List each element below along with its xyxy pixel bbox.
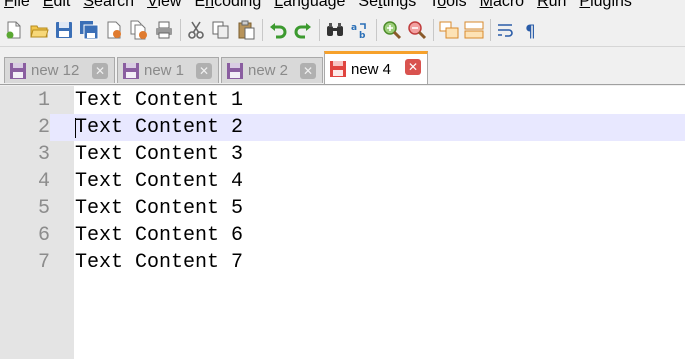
tab-new-12[interactable]: new 12 ✕ — [4, 57, 115, 83]
line-number: 3 — [37, 143, 50, 166]
line-number: 2 — [0, 114, 50, 141]
toolbar-separator — [376, 18, 377, 41]
menu-run[interactable]: Run — [537, 0, 566, 13]
tab-new-4[interactable]: new 4 ✕ — [324, 51, 428, 84]
cut-icon[interactable] — [185, 19, 207, 41]
tab-label: new 2 — [248, 62, 289, 79]
toolbar-separator — [262, 18, 263, 41]
find-icon[interactable] — [324, 19, 346, 41]
svg-text:¶: ¶ — [525, 22, 536, 40]
saved-file-icon — [10, 62, 26, 79]
line-number: 6 — [37, 224, 50, 247]
save-icon[interactable] — [53, 19, 75, 41]
line-number: 5 — [37, 197, 50, 220]
close-tab-icon[interactable]: ✕ — [196, 63, 212, 79]
tab-label: new 12 — [31, 62, 80, 79]
toolbar-separator — [490, 18, 491, 41]
tab-new-1[interactable]: new 1 ✕ — [117, 57, 219, 83]
tab-bar: new 12 ✕ new 1 ✕ new 2 ✕ new 4 ✕ — [0, 48, 685, 85]
menu-macro[interactable]: Macro — [480, 0, 524, 13]
editor-line[interactable]: 1 Text Content 1 — [0, 87, 685, 114]
zoom-in-icon[interactable] — [381, 19, 403, 41]
line-number: 1 — [37, 89, 50, 112]
print-icon[interactable] — [153, 19, 175, 41]
menu-plugins[interactable]: Plugins — [579, 0, 631, 13]
replace-icon[interactable]: ab — [349, 19, 371, 41]
menu-view[interactable]: View — [147, 0, 181, 13]
toolbar-separator — [180, 18, 181, 41]
editor-line[interactable]: 5 Text Content 5 — [0, 195, 685, 222]
close-tab-icon[interactable]: ✕ — [92, 63, 108, 79]
copy-icon[interactable] — [210, 19, 232, 41]
line-text: Text Content 4 — [75, 170, 244, 193]
tab-label: new 4 — [351, 60, 392, 78]
saved-file-icon — [123, 62, 139, 79]
editor-line[interactable]: 6 Text Content 6 — [0, 222, 685, 249]
save-all-icon[interactable] — [78, 19, 100, 41]
sync-horizontal-icon[interactable] — [463, 19, 485, 41]
editor-line[interactable]: 7 Text Content 7 — [0, 249, 685, 276]
menu-bar: File Edit Search View Encoding Language … — [0, 0, 685, 13]
line-text: Text Content 1 — [75, 89, 244, 112]
svg-text:a: a — [351, 23, 357, 33]
close-all-icon[interactable] — [128, 19, 150, 41]
text-caret — [75, 118, 76, 138]
svg-text:b: b — [359, 31, 366, 40]
new-file-icon[interactable] — [3, 19, 25, 41]
line-text: Text Content 5 — [75, 197, 244, 220]
line-number: 7 — [37, 251, 50, 274]
toolbar-separator — [433, 18, 434, 41]
menu-language[interactable]: Language — [274, 0, 345, 13]
open-file-icon[interactable] — [28, 19, 50, 41]
sync-vertical-icon[interactable] — [438, 19, 460, 41]
tab-new-2[interactable]: new 2 ✕ — [221, 57, 323, 83]
line-text: Text Content 2 — [75, 116, 244, 139]
unsaved-file-icon — [330, 61, 346, 77]
menu-edit[interactable]: Edit — [43, 0, 71, 13]
line-text: Text Content 6 — [75, 224, 244, 247]
editor-line-current[interactable]: 2 Text Content 2 — [0, 114, 685, 141]
menu-search[interactable]: Search — [83, 0, 134, 13]
menu-tools[interactable]: Tools — [429, 0, 466, 13]
menu-encoding[interactable]: Encoding — [194, 0, 261, 13]
word-wrap-icon[interactable] — [495, 19, 517, 41]
close-icon[interactable] — [103, 19, 125, 41]
editor-line[interactable]: 4 Text Content 4 — [0, 168, 685, 195]
saved-file-icon — [227, 62, 243, 79]
zoom-out-icon[interactable] — [406, 19, 428, 41]
show-all-characters-icon[interactable]: ¶ — [520, 19, 542, 41]
toolbar: ab ¶ — [0, 13, 685, 47]
redo-icon[interactable] — [292, 19, 314, 41]
tab-label: new 1 — [144, 62, 185, 79]
toolbar-separator — [319, 18, 320, 41]
menu-file[interactable]: File — [4, 0, 30, 13]
editor-line[interactable]: 3 Text Content 3 — [0, 141, 685, 168]
line-text: Text Content 7 — [75, 251, 244, 274]
line-text: Text Content 3 — [75, 143, 244, 166]
editor[interactable]: 1 Text Content 1 2 Text Content 2 3 Text… — [0, 86, 685, 359]
close-tab-icon[interactable]: ✕ — [405, 59, 421, 75]
line-number: 4 — [37, 170, 50, 193]
close-tab-icon[interactable]: ✕ — [300, 63, 316, 79]
menu-settings[interactable]: Settings — [358, 0, 416, 13]
undo-icon[interactable] — [267, 19, 289, 41]
paste-icon[interactable] — [235, 19, 257, 41]
